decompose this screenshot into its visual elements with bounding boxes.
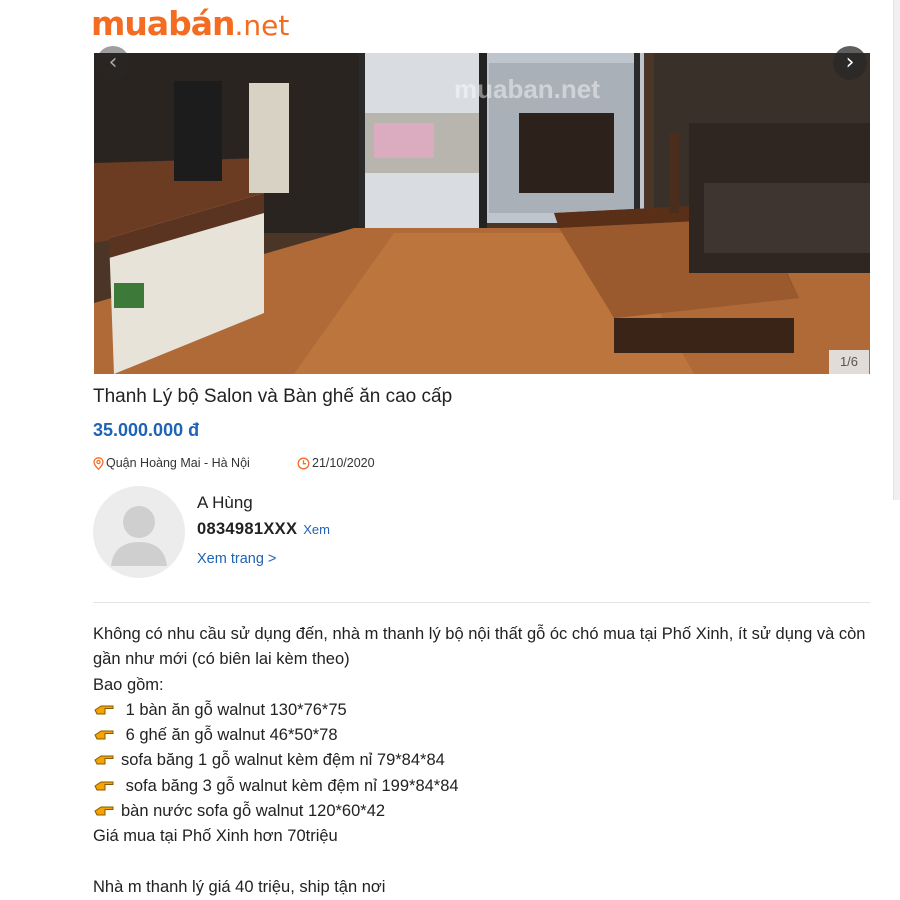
clock-icon: [297, 457, 310, 469]
seller-name: A Hùng: [197, 493, 253, 512]
listing-description: Không có nhu cầu sử dụng đến, nhà m than…: [93, 622, 873, 900]
listing-title: Thanh Lý bộ Salon và Bàn ghế ăn cao cấp: [93, 386, 453, 407]
includes-label: Bao gồm:: [93, 675, 164, 694]
list-item: 6 ghế ăn gỗ walnut 46*50*78: [93, 723, 873, 748]
divider: [93, 602, 870, 603]
pointing-hand-icon: [94, 806, 114, 816]
seller-phone-row: 0834981XXX Xem: [197, 520, 330, 539]
site-logo[interactable]: muabán.net: [91, 4, 289, 46]
reveal-phone-link[interactable]: Xem: [303, 522, 330, 537]
map-pin-icon: [93, 456, 104, 470]
gallery-next-button[interactable]: ›: [833, 46, 867, 80]
description-intro: Không có nhu cầu sử dụng đến, nhà m than…: [93, 625, 866, 669]
gallery-prev-button[interactable]: ‹: [96, 46, 130, 80]
gallery-counter: 1/6: [829, 350, 869, 374]
listing-date: 21/10/2020: [297, 456, 375, 470]
listing-price: 35.000.000 đ: [93, 420, 200, 440]
list-item: 1 bàn ăn gỗ walnut 130*76*75: [93, 698, 873, 723]
list-item: sofa băng 3 gỗ walnut kèm đệm nỉ 199*84*…: [93, 774, 873, 799]
photo-watermark: muaban.net: [454, 74, 600, 104]
seller-avatar[interactable]: [93, 486, 185, 578]
pointing-hand-icon: [94, 730, 114, 740]
list-item: sofa băng 1 gỗ walnut kèm đệm nỉ 79*84*8…: [93, 748, 873, 773]
pointing-hand-icon: [94, 705, 114, 715]
scrollbar[interactable]: [893, 0, 900, 500]
seller-phone: 0834981XXX: [197, 520, 298, 538]
purchase-price-note: Giá mua tại Phố Xinh hơn 70triệu: [93, 827, 338, 846]
listing-location: Quận Hoàng Mai - Hà Nội: [93, 456, 250, 470]
pointing-hand-icon: [94, 755, 114, 765]
chevron-right-icon: ›: [845, 50, 855, 75]
list-item: bàn nước sofa gỗ walnut 120*60*42: [93, 799, 873, 824]
sale-note: Nhà m thanh lý giá 40 triệu, ship tận nơ…: [93, 877, 386, 896]
view-seller-page-link[interactable]: Xem trang >: [197, 551, 276, 567]
chevron-left-icon: ‹: [108, 50, 118, 75]
user-silhouette-icon: [111, 506, 167, 566]
date-text: 21/10/2020: [312, 456, 375, 470]
location-text: Quận Hoàng Mai - Hà Nội: [106, 456, 250, 470]
listing-photo[interactable]: muaban.net: [94, 53, 870, 374]
pointing-hand-icon: [94, 781, 114, 791]
